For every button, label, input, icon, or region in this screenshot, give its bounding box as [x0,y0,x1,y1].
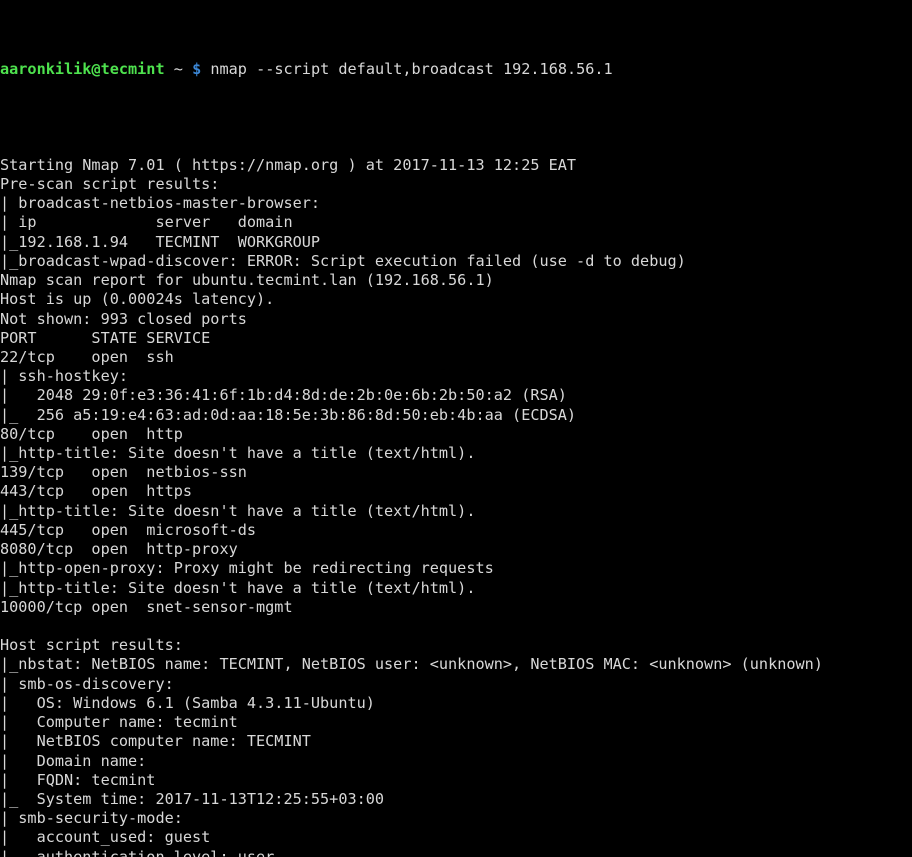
output-line: | Computer name: tecmint [0,713,912,732]
output-line: | NetBIOS computer name: TECMINT [0,732,912,751]
output-line: Host is up (0.00024s latency). [0,290,912,309]
output-line-text: 8080/tcp open http-proxy [0,540,238,559]
output-line: | FQDN: tecmint [0,771,912,790]
command-text: nmap --script default,broadcast 192.168.… [210,59,613,78]
output-line: 8080/tcp open http-proxy [0,540,912,559]
output-line-text: |_http-title: Site doesn't have a title … [0,501,476,520]
output-line-text: Host script results: [0,636,183,655]
output-line-text: | Domain name: [0,751,147,770]
output-line-text: | ip server domain [0,213,293,232]
terminal-window[interactable]: aaronkilik@tecmint ~ $ nmap --script def… [0,0,912,857]
prompt-path: ~ [173,59,183,78]
output-line: | ssh-hostkey: [0,367,912,386]
output-line-text: |_http-title: Site doesn't have a title … [0,578,476,597]
output-line: |_http-title: Site doesn't have a title … [0,579,912,598]
output-line-text: | FQDN: tecmint [0,770,156,789]
output-line: 443/tcp open https [0,482,912,501]
output-line: |_192.168.1.94 TECMINT WORKGROUP [0,233,912,252]
output-line-text: | NetBIOS computer name: TECMINT [0,732,311,751]
output-line-text: Not shown: 993 closed ports [0,309,247,328]
output-line: |_broadcast-wpad-discover: ERROR: Script… [0,252,912,271]
output-line: | 2048 29:0f:e3:36:41:6f:1b:d4:8d:de:2b:… [0,386,912,405]
output-line: |_http-open-proxy: Proxy might be redire… [0,559,912,578]
output-line [0,137,912,156]
output-line-text [0,137,9,155]
output-line-text: | Computer name: tecmint [0,713,238,732]
output-line: Pre-scan script results: [0,175,912,194]
command-prompt-line: aaronkilik@tecmint ~ $ nmap --script def… [0,60,912,79]
output-line: | smb-security-mode: [0,809,912,828]
output-line-text: |_http-title: Site doesn't have a title … [0,444,476,463]
output-line: |_ 256 a5:19:e4:63:ad:0d:aa:18:5e:3b:86:… [0,406,912,425]
output-line-text: | OS: Windows 6.1 (Samba 4.3.11-Ubuntu) [0,693,375,712]
output-line: Host script results: [0,636,912,655]
output-line-text: |_http-open-proxy: Proxy might be redire… [0,559,494,578]
output-line: |_ System time: 2017-11-13T12:25:55+03:0… [0,790,912,809]
output-line-text: |_ System time: 2017-11-13T12:25:55+03:0… [0,789,385,808]
output-line: | smb-os-discovery: [0,675,912,694]
output-line: 80/tcp open http [0,425,912,444]
output-line-text: | smb-os-discovery: [0,674,174,693]
prompt-user-host: aaronkilik@tecmint [0,59,165,78]
output-line-text: 80/tcp open http [0,424,183,443]
output-line: |_http-title: Site doesn't have a title … [0,444,912,463]
output-line-text: |_ 256 a5:19:e4:63:ad:0d:aa:18:5e:3b:86:… [0,405,577,424]
output-line: | ip server domain [0,213,912,232]
output-line: 139/tcp open netbios-ssn [0,463,912,482]
output-line-text: |_nbstat: NetBIOS name: TECMINT, NetBIOS… [0,655,823,674]
output-line-text: PORT STATE SERVICE [0,328,211,347]
output-line [0,617,912,636]
prompt-spacer-3 [201,60,210,78]
output-line-text: | ssh-hostkey: [0,367,129,386]
prompt-spacer-2 [183,60,192,78]
output-line-text [0,617,9,635]
output-line: | broadcast-netbios-master-browser: [0,194,912,213]
output-line-text: 10000/tcp open snet-sensor-mgmt [0,597,293,616]
output-line: 22/tcp open ssh [0,348,912,367]
output-line: Starting Nmap 7.01 ( https://nmap.org ) … [0,156,912,175]
output-line-text: Pre-scan script results: [0,174,220,193]
output-line: Not shown: 993 closed ports [0,310,912,329]
output-line-text: Starting Nmap 7.01 ( https://nmap.org ) … [0,155,577,174]
output-line-text: 139/tcp open netbios-ssn [0,463,247,482]
prompt-spacer-1 [165,60,174,78]
output-line-text: Host is up (0.00024s latency). [0,290,275,309]
output-line: 10000/tcp open snet-sensor-mgmt [0,598,912,617]
output-line-text: 22/tcp open ssh [0,347,174,366]
output-line: |_http-title: Site doesn't have a title … [0,502,912,521]
output-line-text: | smb-security-mode: [0,809,183,828]
output-line: | authentication_level: user [0,848,912,857]
output-line-text: 443/tcp open https [0,482,193,501]
output-line: | account_used: guest [0,828,912,847]
output-line: PORT STATE SERVICE [0,329,912,348]
output-line: 445/tcp open microsoft-ds [0,521,912,540]
output-line-text: | authentication_level: user [0,847,275,857]
output-line-text: | account_used: guest [0,828,211,847]
output-line-text: | 2048 29:0f:e3:36:41:6f:1b:d4:8d:de:2b:… [0,386,567,405]
output-line: | Domain name: [0,752,912,771]
prompt-sigil: $ [192,59,202,78]
terminal-output: Starting Nmap 7.01 ( https://nmap.org ) … [0,137,912,857]
output-line-text: |_broadcast-wpad-discover: ERROR: Script… [0,251,686,270]
output-line: | OS: Windows 6.1 (Samba 4.3.11-Ubuntu) [0,694,912,713]
output-line-text: | broadcast-netbios-master-browser: [0,194,321,213]
output-line-text: Nmap scan report for ubuntu.tecmint.lan … [0,271,494,290]
output-line: Nmap scan report for ubuntu.tecmint.lan … [0,271,912,290]
output-line-text: |_192.168.1.94 TECMINT WORKGROUP [0,232,321,251]
output-line: |_nbstat: NetBIOS name: TECMINT, NetBIOS… [0,655,912,674]
output-line-text: 445/tcp open microsoft-ds [0,520,257,539]
